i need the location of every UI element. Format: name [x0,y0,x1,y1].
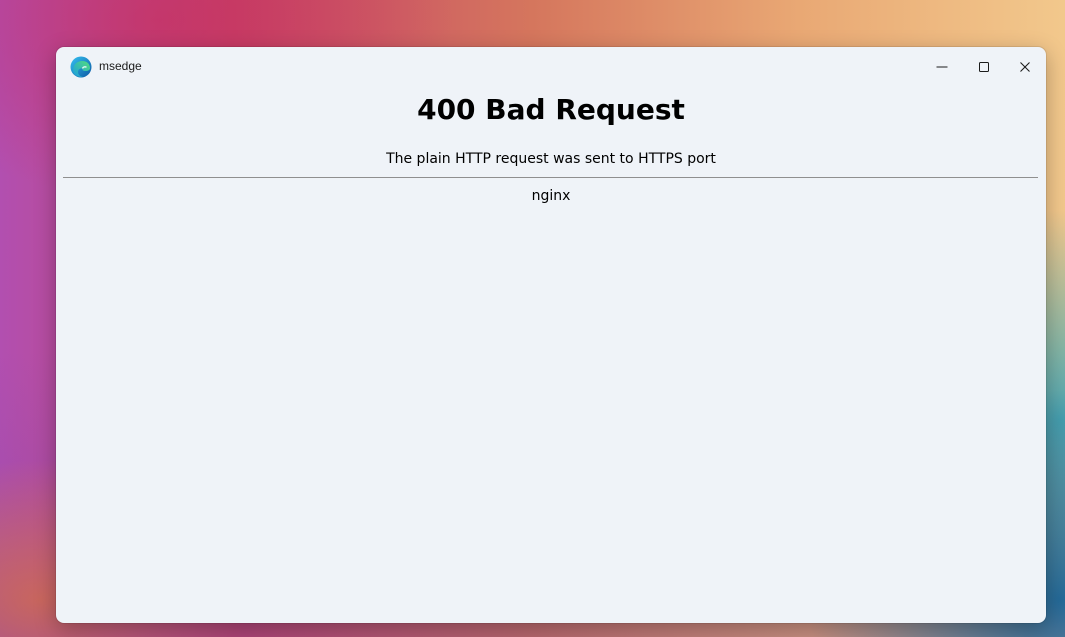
edge-logo-icon [70,56,92,78]
close-icon [1020,62,1030,72]
close-button[interactable] [1010,53,1040,81]
page-title: 400 Bad Request [417,93,685,126]
browser-window: msedge 400 Bad Request The plain HTTP re… [56,47,1046,623]
error-message: The plain HTTP request was sent to HTTPS… [386,151,716,167]
minimize-icon [936,66,948,68]
maximize-button[interactable] [969,53,999,81]
divider [63,177,1038,178]
minimize-button[interactable] [927,53,957,81]
maximize-icon [979,62,989,72]
server-name: nginx [531,188,571,204]
page-content: 400 Bad Request The plain HTTP request w… [56,87,1046,623]
title-bar[interactable]: msedge [56,47,1046,87]
window-title: msedge [99,59,142,73]
